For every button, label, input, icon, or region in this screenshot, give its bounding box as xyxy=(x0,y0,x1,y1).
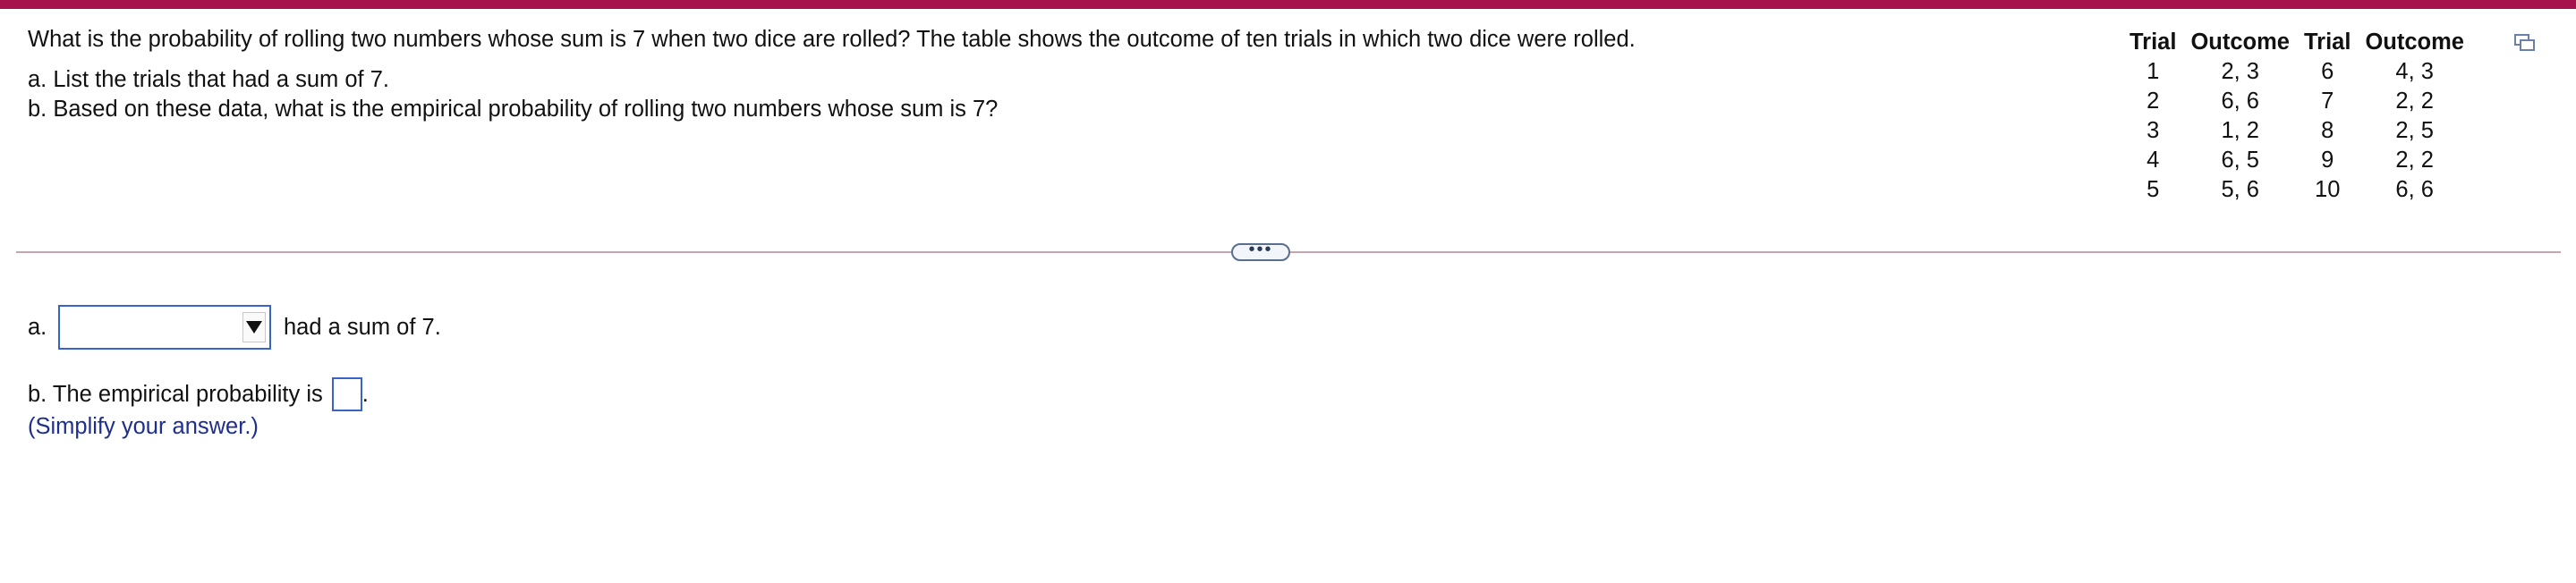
copy-icon[interactable] xyxy=(2514,34,2536,52)
answer-a-suffix: had a sum of 7. xyxy=(284,314,441,340)
answer-b-prefix: b. The empirical probability is xyxy=(28,381,323,407)
table-cell: 2, 3 xyxy=(2221,59,2259,84)
answer-b-row: b. The empirical probability is . xyxy=(28,376,369,413)
table-row: 3 1, 2 8 2, 5 xyxy=(2122,116,2471,146)
table-row: 2 6, 6 7 2, 2 xyxy=(2122,87,2471,116)
table-cell: 2 xyxy=(2147,89,2160,114)
question-part-b: b. Based on these data, what is the empi… xyxy=(28,97,999,122)
dice-trials-table: Trial Outcome Trial Outcome 1 2, 3 6 4, … xyxy=(2122,27,2471,205)
table-cell: 2, 5 xyxy=(2395,118,2434,143)
table-cell: 1 xyxy=(2147,59,2160,84)
table-cell: 6 xyxy=(2321,59,2334,84)
table-cell: 5 xyxy=(2147,177,2160,202)
table-cell: 6, 6 xyxy=(2221,89,2259,114)
table-cell: 3 xyxy=(2147,118,2160,143)
column-header: Trial xyxy=(2130,30,2177,55)
table-cell: 8 xyxy=(2321,118,2334,143)
answer-a-row: a. had a sum of 7. xyxy=(28,305,441,350)
triangle-down-icon xyxy=(246,321,262,334)
question-text: What is the probability of rolling two n… xyxy=(28,25,1636,124)
table-row: 5 5, 6 10 6, 6 xyxy=(2122,175,2471,205)
table-cell: 6, 6 xyxy=(2395,177,2434,202)
table-cell: 5, 6 xyxy=(2221,177,2259,202)
column-header: Outcome xyxy=(2365,30,2464,55)
table-cell: 2, 2 xyxy=(2395,148,2434,173)
table-cell: 9 xyxy=(2321,148,2334,173)
table-header-row: Trial Outcome Trial Outcome xyxy=(2122,27,2471,57)
column-header: Outcome xyxy=(2190,30,2290,55)
top-accent-bar xyxy=(0,0,2576,9)
column-header: Trial xyxy=(2303,30,2351,55)
table-cell: 6, 5 xyxy=(2221,148,2259,173)
dropdown-arrow[interactable] xyxy=(242,312,266,342)
table-cell: 10 xyxy=(2315,177,2341,202)
question-part-a: a. List the trials that had a sum of 7. xyxy=(28,67,389,92)
table-cell: 4, 3 xyxy=(2395,59,2434,84)
probability-input[interactable] xyxy=(331,377,362,411)
table-row: 1 2, 3 6 4, 3 xyxy=(2122,57,2471,87)
table-cell: 4 xyxy=(2147,148,2160,173)
table-row: 4 6, 5 9 2, 2 xyxy=(2122,146,2471,175)
simplify-hint: (Simplify your answer.) xyxy=(28,414,259,439)
answer-a-label: a. xyxy=(28,314,47,340)
table-cell: 7 xyxy=(2321,89,2334,114)
expand-button[interactable]: ••• xyxy=(1231,241,1290,261)
answer-b-suffix: . xyxy=(361,381,369,407)
trials-dropdown[interactable] xyxy=(58,305,271,350)
question-intro: What is the probability of rolling two n… xyxy=(28,27,1636,52)
table-cell: 1, 2 xyxy=(2221,118,2259,143)
table-cell: 2, 2 xyxy=(2395,89,2434,114)
